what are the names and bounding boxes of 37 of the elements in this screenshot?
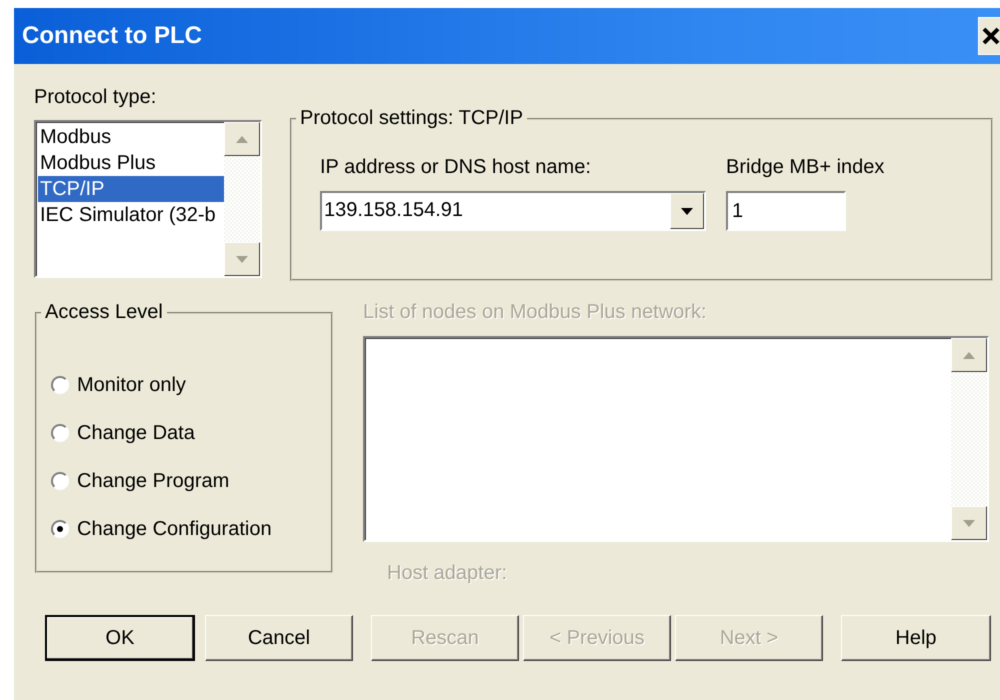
ip-address-combobox[interactable]: 139.158.154.91 (320, 191, 706, 231)
protocol-type-label: Protocol type: (34, 86, 158, 109)
radio-button[interactable] (51, 424, 69, 442)
close-icon (982, 27, 1000, 45)
nodes-list[interactable] (363, 336, 989, 542)
scrollbar[interactable] (224, 122, 260, 276)
radio-label: Change Configuration (77, 518, 272, 540)
protocol-list-item[interactable]: Modbus Plus (38, 150, 224, 176)
scroll-down-icon (236, 256, 248, 262)
dialog-button[interactable]: Help (841, 615, 991, 661)
bridge-index-field[interactable]: 1 (726, 191, 846, 231)
dialog-button[interactable]: Cancel (205, 615, 353, 661)
radio-label: Monitor only (77, 374, 186, 396)
nodes-list-label: List of nodes on Modbus Plus network: (363, 301, 708, 324)
scroll-down-icon (963, 520, 975, 526)
group-title: Protocol settings: TCP/IP (299, 107, 524, 130)
host-adapter-label: Host adapter: (387, 562, 508, 585)
radio-label: Change Program (77, 470, 230, 492)
dropdown-button[interactable] (670, 193, 704, 229)
ip-address-label: IP address or DNS host name: (320, 156, 592, 179)
scroll-up-icon (236, 136, 248, 142)
radio-button[interactable] (51, 472, 69, 490)
scroll-up-icon (963, 352, 975, 358)
scrollbar[interactable] (951, 338, 987, 540)
radio-label: Change Data (77, 422, 195, 444)
dialog-button[interactable]: OK (45, 615, 195, 661)
bridge-index-label: Bridge MB+ index (726, 156, 884, 179)
close-button[interactable] (978, 17, 1000, 55)
protocol-list[interactable]: Modbus Modbus Plus TCP/IP IEC Simulator (32-b (34, 120, 262, 278)
protocol-list-item[interactable]: TCP/IP (38, 176, 224, 202)
protocol-list-item[interactable]: IEC Simulator (32-b (38, 202, 224, 228)
caret-icon (681, 208, 693, 214)
radio-button[interactable] (51, 520, 69, 538)
radio-button[interactable] (51, 376, 69, 394)
protocol-list-item[interactable]: Modbus (38, 124, 224, 150)
window-title: Connect to PLC (22, 22, 202, 50)
group-title: Access Level (44, 301, 164, 324)
